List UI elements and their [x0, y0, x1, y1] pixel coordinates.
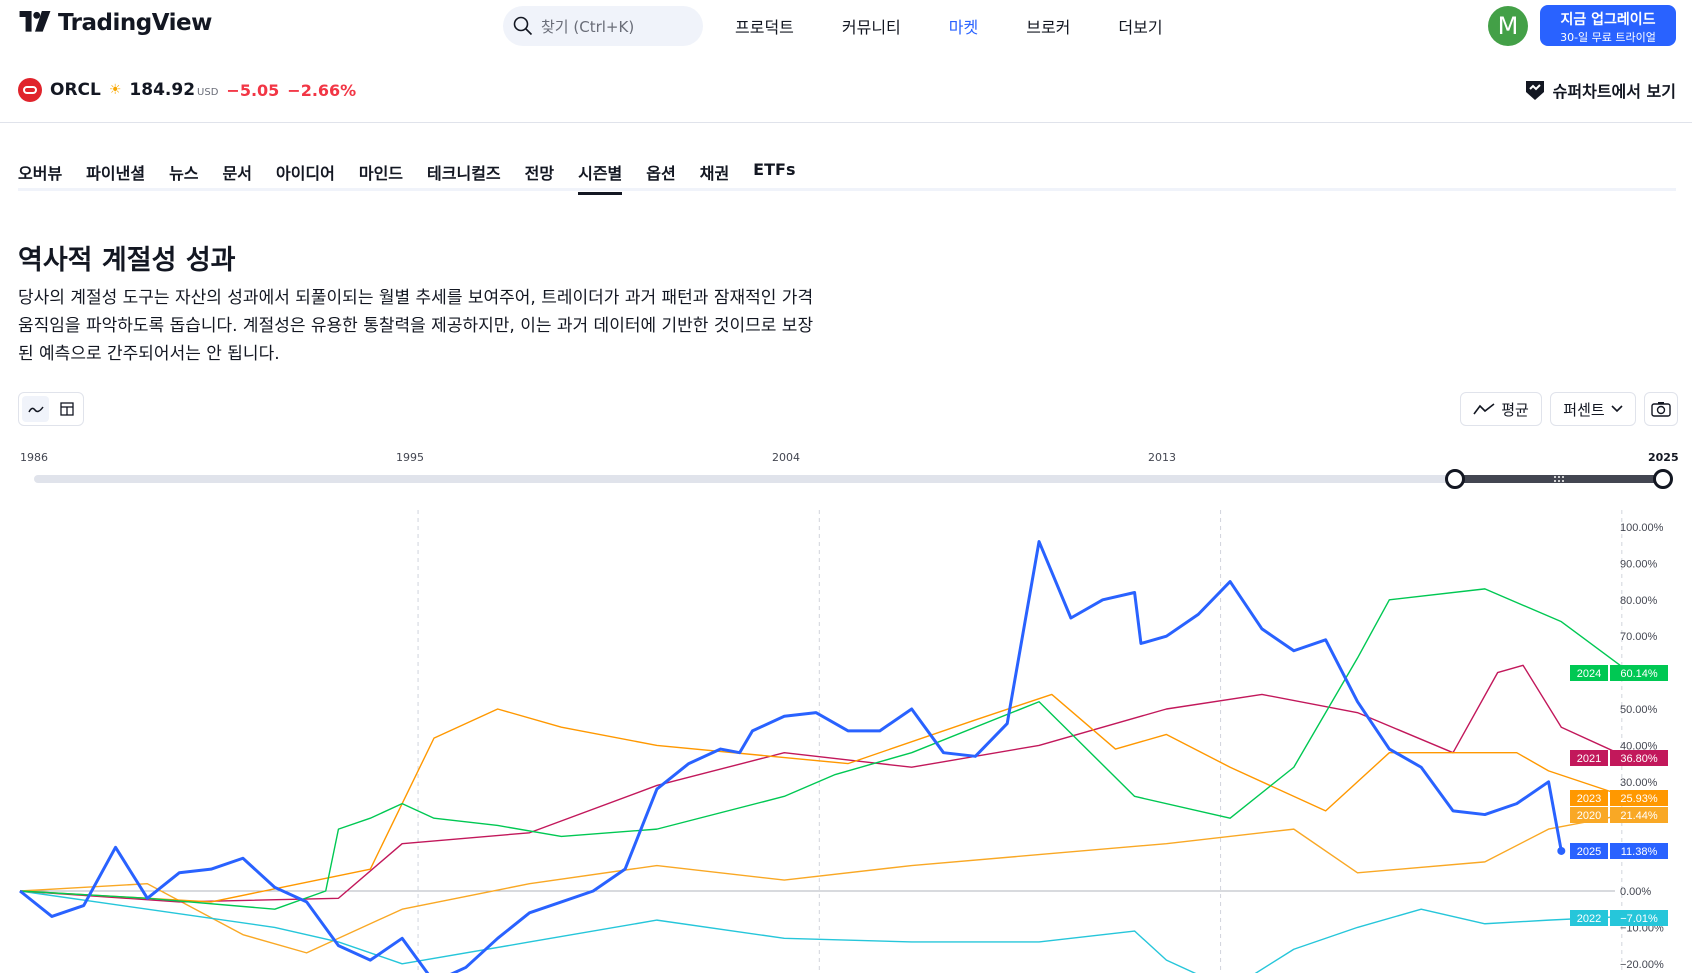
timeline-end-handle[interactable]: [1653, 469, 1673, 489]
timeline-tick: 1995: [396, 451, 424, 464]
series-label-year: 2024: [1577, 668, 1601, 680]
nav-item-1[interactable]: 커뮤니티: [842, 14, 901, 38]
series-label-value: 60.14%: [1620, 668, 1658, 680]
drag-handle-icon: [1554, 476, 1564, 482]
trend-line-icon: [1473, 403, 1495, 415]
seasonality-chart-svg: 100.00%90.00%80.00%70.00%50.00%40.00%30.…: [19, 510, 1668, 973]
timeline-selection[interactable]: [1455, 475, 1663, 483]
table-icon: [59, 402, 74, 416]
search-placeholder: 찾기 (Ctrl+K): [541, 17, 635, 36]
y-axis-tick-label: 30.00%: [1620, 777, 1658, 789]
oracle-logo-icon: [18, 78, 42, 102]
main-nav: 프로덕트 커뮤니티 마켓 브로커 더보기: [735, 14, 1163, 38]
symbol-bar: ORCL ☀ 184.92 USD −5.05 −2.66%: [18, 78, 356, 102]
series-label-value: 11.38%: [1621, 846, 1658, 858]
nav-item-4[interactable]: 더보기: [1118, 14, 1162, 38]
search-box[interactable]: 찾기 (Ctrl+K): [503, 6, 703, 46]
y-axis-tick-label: 0.00%: [1620, 886, 1651, 898]
timeline-start-handle[interactable]: [1445, 469, 1465, 489]
mode-dropdown[interactable]: 퍼센트: [1550, 392, 1636, 426]
top-header: TradingView 찾기 (Ctrl+K) 프로덕트 커뮤니티 마켓 브로커 더보기…: [0, 0, 1692, 52]
series-label-value: −7.01%: [1620, 913, 1658, 925]
screenshot-button[interactable]: [1644, 392, 1678, 426]
desc-line: 된 예측으로 간주되어서는 안 됩니다.: [18, 344, 280, 364]
supercharts-icon: [1525, 81, 1544, 100]
series-line-2024: [19, 588, 1626, 910]
timeline-tick: 2004: [772, 451, 800, 464]
mode-label: 퍼센트: [1563, 400, 1605, 419]
supercharts-link[interactable]: 슈퍼차트에서 보기: [1523, 78, 1676, 102]
y-axis-tick-label: −20.00%: [1620, 959, 1664, 971]
currency: USD: [197, 87, 219, 98]
nav-item-2[interactable]: 마켓: [949, 14, 978, 38]
tradingview-logo[interactable]: TradingView: [18, 10, 212, 36]
nav-item-3[interactable]: 브로커: [1026, 14, 1070, 38]
desc-line: 움직임을 파악하도록 돕습니다. 계절성은 유용한 통찰력을 제공하지만, 이는…: [18, 316, 814, 336]
table-view-button[interactable]: [53, 396, 80, 422]
logo-text: TradingView: [58, 10, 212, 36]
series-label-year: 2023: [1577, 793, 1601, 805]
series-endpoint-2025: [1557, 846, 1566, 855]
timeline-tick: 2013: [1148, 451, 1176, 464]
series-line-2025: [19, 540, 1563, 973]
series-label-year: 2025: [1577, 846, 1601, 858]
tradingview-logo-icon: [19, 11, 51, 32]
series-label-year: 2021: [1577, 753, 1601, 765]
price-change: −5.05: [226, 80, 280, 100]
line-view-button[interactable]: [22, 396, 49, 422]
camera-icon: [1651, 402, 1671, 417]
search-icon: [513, 16, 533, 36]
y-axis-tick-label: 100.00%: [1620, 522, 1664, 534]
supercharts-label: 슈퍼차트에서 보기: [1552, 82, 1676, 101]
trial-label: 30-일 무료 트라이얼: [1560, 31, 1656, 44]
y-axis-tick-label: 80.00%: [1620, 595, 1658, 607]
timeline-track[interactable]: [34, 475, 1664, 483]
y-axis-tick-label: 50.00%: [1620, 704, 1658, 716]
chevron-down-icon: [1611, 405, 1623, 413]
series-label-year: 2020: [1577, 810, 1601, 822]
upgrade-label: 지금 업그레이드: [1560, 12, 1656, 28]
average-label: 평균: [1501, 400, 1529, 419]
page-title: 역사적 계절성 성과: [18, 245, 236, 276]
upgrade-button[interactable]: 지금 업그레이드 30-일 무료 트라이얼: [1540, 5, 1676, 46]
series-line-2022: [19, 890, 1626, 973]
ticker[interactable]: ORCL: [50, 80, 101, 100]
timeline-tick: 2025: [1648, 451, 1679, 464]
header-divider: [0, 122, 1692, 123]
y-axis-tick-label: 90.00%: [1620, 558, 1658, 570]
seasonality-chart: 100.00% 90.00% 80.00% 70.00% 50.00% 40.00% 30.…: [0, 500, 1692, 973]
series-line-2020: [19, 813, 1626, 954]
y-axis-tick-label: 70.00%: [1620, 631, 1658, 643]
section-description: 당사의 계절성 도구는 자산의 성과에서 되풀이되는 월별 추세를 보여주어, …: [18, 284, 848, 368]
market-open-sun-icon: ☀: [108, 82, 122, 98]
series-label-year: 2022: [1577, 913, 1601, 925]
series-label-value: 36.80%: [1620, 753, 1658, 765]
timeline-tick: 1986: [20, 451, 48, 464]
view-toggle: [18, 392, 84, 426]
line-chart-icon: [27, 406, 44, 413]
price-change-pct: −2.66%: [287, 80, 357, 100]
user-avatar[interactable]: M: [1488, 6, 1528, 46]
series-label-value: 21.44%: [1620, 810, 1658, 822]
average-button[interactable]: 평균: [1460, 392, 1542, 426]
tabs-underline: [18, 188, 1676, 191]
desc-line: 당사의 계절성 도구는 자산의 성과에서 되풀이되는 월별 추세를 보여주어, …: [18, 288, 814, 308]
series-line-2021: [19, 664, 1626, 903]
nav-item-0[interactable]: 프로덕트: [735, 14, 794, 38]
last-price: 184.92: [129, 80, 196, 100]
series-label-value: 25.93%: [1620, 793, 1658, 805]
